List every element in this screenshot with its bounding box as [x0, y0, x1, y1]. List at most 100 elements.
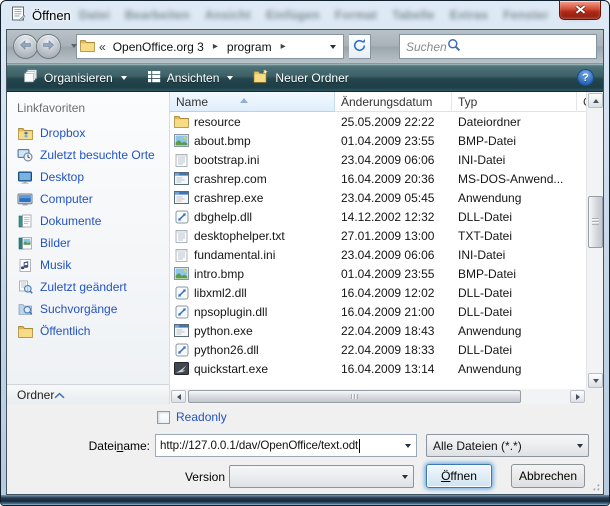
file-row-python26-dll[interactable]: python26.dll22.04.2009 18:33DLL-Datei	[170, 340, 586, 359]
sidebar-item-bilder[interactable]: Bilder	[7, 232, 169, 254]
filetype-value: Alle Dateien (*.*)	[433, 439, 522, 453]
close-button[interactable]	[559, 1, 601, 20]
column-header-name[interactable]: Name	[170, 92, 335, 112]
dll-file-icon	[174, 286, 189, 300]
filetype-select[interactable]: Alle Dateien (*.*)	[426, 434, 589, 457]
readonly-label[interactable]: Readonly	[176, 410, 227, 424]
version-select[interactable]	[229, 465, 414, 488]
sidebar-header: Linkfavoriten	[7, 92, 169, 122]
file-name: python.exe	[194, 324, 253, 338]
sidebar-item-suchvorg-nge[interactable]: Suchvorgänge	[7, 298, 169, 320]
file-date: 27.01.2009 13:00	[335, 229, 452, 243]
scroll-left-button[interactable]	[171, 390, 186, 403]
file-row-crashrep-exe[interactable]: crashrep.exe23.04.2009 05:45Anwendung	[170, 188, 586, 207]
sidebar-item-dropbox[interactable]: Dropbox	[7, 122, 169, 144]
file-row-crashrep-com[interactable]: crashrep.com16.04.2009 20:36MS-DOS-Anwen…	[170, 169, 586, 188]
horizontal-scroll-thumb[interactable]	[188, 390, 521, 403]
image-file-icon	[174, 134, 189, 147]
file-row-resource[interactable]: resource25.05.2009 22:22Dateiordner	[170, 112, 586, 131]
address-folder-icon	[80, 39, 95, 55]
resize-grip[interactable]	[589, 480, 601, 492]
dropbox-folder-icon	[17, 127, 33, 140]
text-file-icon	[174, 229, 189, 243]
version-dropdown-caret[interactable]	[396, 466, 413, 487]
organize-icon	[23, 69, 38, 86]
folders-expander[interactable]: Ordner	[7, 384, 169, 404]
scroll-right-button[interactable]	[570, 390, 585, 403]
close-icon	[575, 3, 586, 17]
breadcrumb-separator-icon[interactable]: ▸	[279, 41, 288, 52]
vertical-scrollbar[interactable]	[586, 92, 603, 389]
views-button[interactable]: Ansichten	[140, 67, 241, 89]
column-header-date[interactable]: Änderungsdatum	[335, 92, 452, 112]
file-row-python-exe[interactable]: python.exe 22.04.2009 18:43Anwendung	[170, 321, 586, 340]
sidebar-item-computer[interactable]: Computer	[7, 188, 169, 210]
filetype-dropdown-caret[interactable]	[571, 435, 588, 456]
sidebar-item-label: Desktop	[40, 170, 84, 184]
dll-file-icon	[174, 305, 189, 319]
file-name: about.bmp	[194, 134, 251, 148]
sidebar-item--ffentlich[interactable]: Öffentlich	[7, 320, 169, 342]
dialog-title: Öffnen	[32, 8, 71, 23]
organize-button[interactable]: Organisieren	[16, 66, 134, 89]
back-button[interactable]	[13, 34, 38, 59]
application-icon	[174, 324, 189, 337]
public-folder-icon	[17, 325, 33, 338]
scroll-up-button[interactable]	[588, 93, 603, 108]
sidebar-item-label: Computer	[40, 192, 93, 206]
address-dropdown-caret[interactable]	[326, 45, 340, 49]
sidebar-item-musik[interactable]: Musik	[7, 254, 169, 276]
sidebar-item-dokumente[interactable]: Dokumente	[7, 210, 169, 232]
favorites-sidebar: Linkfavoriten DropboxZuletzt besuchte Or…	[7, 92, 170, 404]
navigation-bar: « OpenOffice.org 3 ▸ program ▸ Suchen	[7, 30, 603, 64]
back-arrow-icon	[19, 39, 32, 53]
new-folder-icon	[253, 69, 269, 86]
file-type: MS-DOS-Anwend...	[452, 172, 577, 186]
address-bar[interactable]: « OpenOffice.org 3 ▸ program ▸	[76, 34, 344, 59]
blurred-background-menu: DateiBearbeitenAnsichtEinfügenFormatTabe…	[79, 8, 606, 22]
application-icon	[174, 172, 189, 185]
file-row-libxml2-dll[interactable]: libxml2.dll16.04.2009 12:02DLL-Datei	[170, 283, 586, 302]
column-headers: Name Änderungsdatum Typ G	[170, 92, 586, 112]
breadcrumb-separator-icon[interactable]: ▸	[211, 41, 220, 52]
dll-file-icon	[174, 210, 189, 224]
file-row-about-bmp[interactable]: about.bmp01.04.2009 23:55BMP-Datei	[170, 131, 586, 150]
breadcrumb-subfolder[interactable]: program	[224, 38, 275, 56]
forward-arrow-icon	[42, 39, 55, 53]
file-row-bootstrap-ini[interactable]: bootstrap.ini23.04.2009 06:06INI-Datei	[170, 150, 586, 169]
history-dropdown-caret[interactable]	[71, 44, 77, 48]
filename-input[interactable]: http://127.0.0.1/dav/OpenOffice/text.odt	[155, 434, 417, 457]
scroll-down-button[interactable]	[588, 373, 603, 388]
sidebar-item-zuletzt-besuchte-orte[interactable]: Zuletzt besuchte Orte	[7, 144, 169, 166]
window-bottom-border	[1, 495, 609, 505]
text-file-icon	[174, 153, 189, 167]
file-date: 22.04.2009 18:43	[335, 324, 452, 338]
dialog-footer: Readonly Dateiname: http://127.0.0.1/dav…	[7, 404, 603, 494]
filename-dropdown-caret[interactable]	[399, 435, 416, 456]
file-row-dbghelp-dll[interactable]: dbghelp.dll14.12.2002 12:32DLL-Datei	[170, 207, 586, 226]
vertical-scroll-thumb[interactable]	[588, 196, 603, 248]
breadcrumb-folder[interactable]: OpenOffice.org 3	[110, 38, 207, 56]
file-type: Anwendung	[452, 362, 577, 376]
dialog-icon	[10, 6, 26, 24]
sidebar-item-desktop[interactable]: Desktop	[7, 166, 169, 188]
file-row-desktophelper-txt[interactable]: desktophelper.txt27.01.2009 13:00TXT-Dat…	[170, 226, 586, 245]
refresh-button[interactable]	[349, 34, 371, 59]
file-row-intro-bmp[interactable]: intro.bmp01.04.2009 23:55BMP-Datei	[170, 264, 586, 283]
sidebar-item-zuletzt-ge-ndert[interactable]: Zuletzt geändert	[7, 276, 169, 298]
collapsed-crumbs-chevron[interactable]: «	[99, 40, 106, 54]
file-row-fundamental-ini[interactable]: fundamental.ini23.04.2009 06:06INI-Datei	[170, 245, 586, 264]
file-row-quickstart-exe[interactable]: quickstart.exe16.04.2009 13:14Anwendung	[170, 359, 586, 378]
help-button[interactable]: ?	[577, 69, 594, 86]
new-folder-button[interactable]: Neuer Ordner	[246, 66, 355, 89]
horizontal-scrollbar[interactable]	[170, 389, 586, 404]
search-input[interactable]: Suchen	[399, 34, 597, 59]
readonly-checkbox[interactable]	[157, 411, 170, 424]
file-row-npsoplugin-dll[interactable]: npsoplugin.dll16.04.2009 21:00DLL-Datei	[170, 302, 586, 321]
column-header-type[interactable]: Typ	[452, 92, 577, 112]
cancel-button[interactable]: Abbrechen	[511, 464, 585, 488]
file-type: Anwendung	[452, 324, 577, 338]
file-name: intro.bmp	[194, 267, 244, 281]
open-button[interactable]: Öffnen	[426, 464, 492, 488]
forward-button[interactable]	[36, 34, 61, 59]
